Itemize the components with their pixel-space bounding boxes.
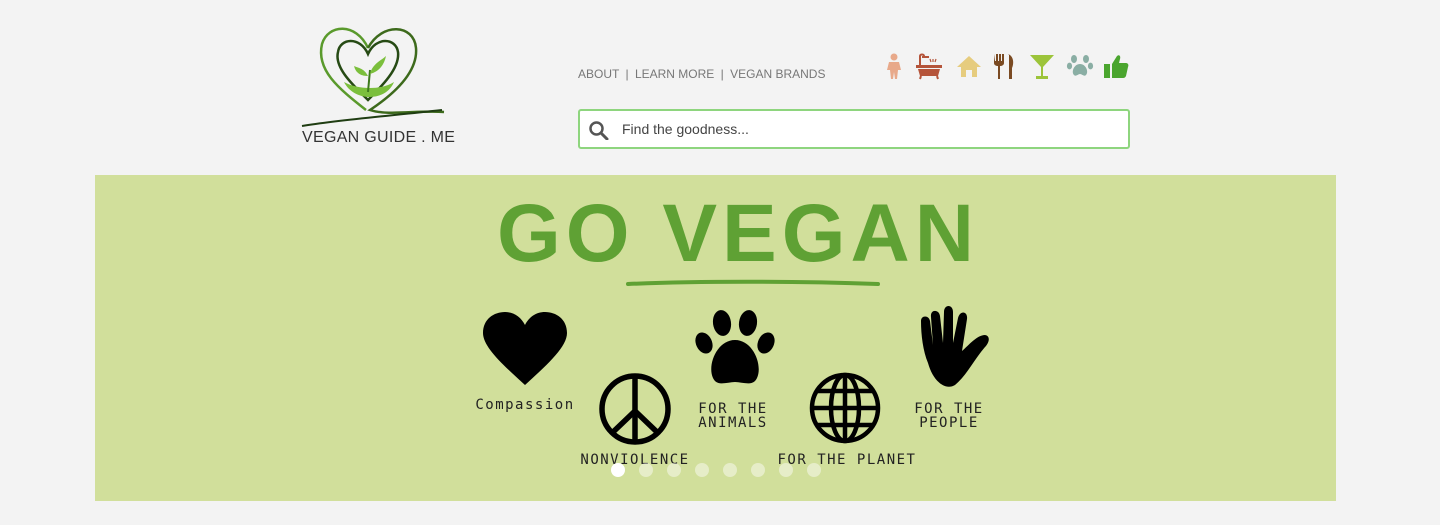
banner-title: GO VEGAN	[497, 188, 979, 279]
heart-logo-icon	[301, 27, 445, 127]
bathtub-icon[interactable]	[915, 52, 943, 80]
nav-link-about[interactable]: ABOUT	[578, 67, 619, 81]
search-input[interactable]	[622, 111, 1112, 147]
carousel-dot[interactable]	[779, 463, 793, 477]
carousel-dot[interactable]	[807, 463, 821, 477]
hero-banner: GO VEGAN Compassion NONVIOLENCE FOR THE …	[95, 175, 1336, 501]
carousel-dot[interactable]	[667, 463, 681, 477]
paw-icon[interactable]	[1066, 52, 1094, 80]
carousel-dot[interactable]	[639, 463, 653, 477]
go-vegan-graphic: GO VEGAN Compassion NONVIOLENCE FOR THE …	[475, 188, 989, 468]
search-icon[interactable]	[588, 120, 610, 140]
site-header: VEGAN GUIDE . ME ABOUT | LEARN MORE | VE…	[0, 0, 1440, 175]
home-icon[interactable]	[955, 52, 983, 80]
label-planet: FOR THE PLANET	[777, 452, 916, 468]
site-logo[interactable]: VEGAN GUIDE . ME	[298, 20, 455, 150]
logo-text: VEGAN GUIDE . ME	[302, 129, 456, 146]
label-people-line2: PEOPLE	[919, 415, 979, 431]
paw-print-icon	[695, 310, 775, 384]
thumbs-up-icon[interactable]	[1102, 52, 1130, 80]
carousel-dot[interactable]	[611, 463, 625, 477]
carousel-dot[interactable]	[723, 463, 737, 477]
hand-icon	[921, 306, 989, 387]
nav-link-vegan-brands[interactable]: VEGAN BRANDS	[730, 67, 825, 81]
title-underline	[626, 279, 880, 286]
utensils-icon[interactable]	[990, 52, 1018, 80]
cocktail-icon[interactable]	[1028, 52, 1056, 80]
label-animals-line2: ANIMALS	[698, 415, 768, 431]
person-icon[interactable]	[880, 52, 908, 80]
nav-separator: |	[625, 67, 629, 81]
carousel-dot[interactable]	[695, 463, 709, 477]
heart-icon	[483, 312, 567, 385]
search-bar	[578, 109, 1130, 149]
nav-link-learn-more[interactable]: LEARN MORE	[635, 67, 714, 81]
carousel-dot[interactable]	[751, 463, 765, 477]
label-compassion: Compassion	[475, 397, 574, 413]
top-nav: ABOUT | LEARN MORE | VEGAN BRANDS	[578, 67, 825, 81]
globe-icon	[809, 372, 881, 444]
peace-icon	[599, 373, 671, 445]
nav-separator: |	[720, 67, 724, 81]
